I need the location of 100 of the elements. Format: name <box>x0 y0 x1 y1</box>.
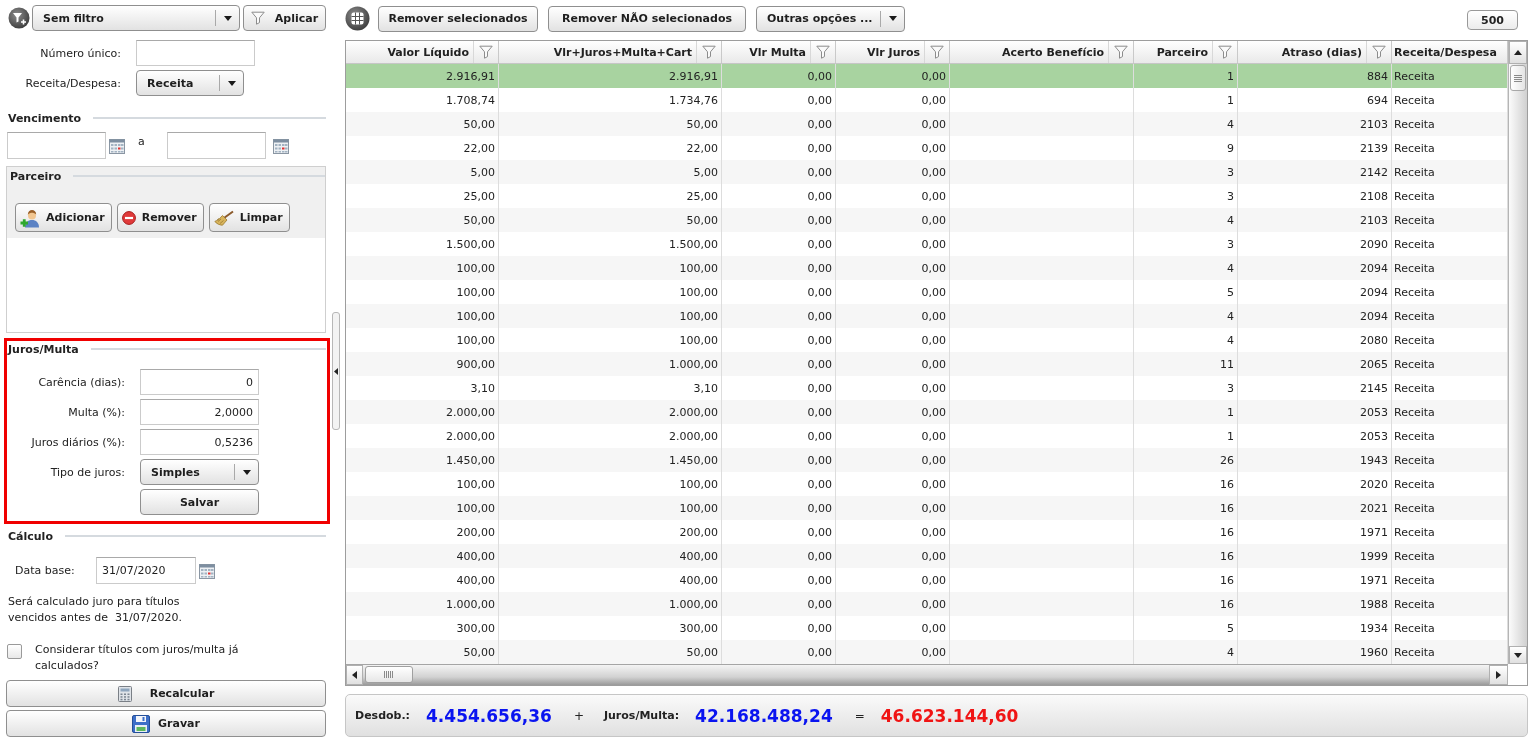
date-field[interactable]: 31/07/2020 <box>96 557 196 584</box>
table-cell: 0,00 <box>921 333 946 347</box>
caret-icon <box>227 80 236 86</box>
table-cell: 1988 <box>1360 597 1388 611</box>
filter-icon[interactable] <box>479 45 493 59</box>
column-header[interactable]: Vlr+Juros+Multa+Cart <box>553 45 692 59</box>
text-field[interactable]: 0,5236 <box>140 429 259 455</box>
date-field[interactable] <box>166 132 266 159</box>
toolbar-button[interactable]: Remover NÃO selecionados <box>548 5 746 32</box>
text-field[interactable] <box>136 40 255 66</box>
date-field[interactable] <box>7 132 106 159</box>
column-header[interactable]: Atraso (dias) <box>1281 45 1362 59</box>
table-row[interactable]: 100,00 100,00 0,00 0,00 4 2094 Receita <box>346 256 1508 280</box>
table-cell: 50,00 <box>463 117 495 131</box>
table-cell: 100,00 <box>456 501 495 515</box>
calendar-icon[interactable] <box>199 562 215 579</box>
table-cell: 0,00 <box>807 261 832 275</box>
column-header[interactable]: Parceiro <box>1156 45 1208 59</box>
field-label: Receita/Despesa: <box>24 76 121 90</box>
table-row[interactable]: 50,00 50,00 0,00 0,00 4 2103 Receita <box>346 208 1508 232</box>
table-row[interactable]: 50,00 50,00 0,00 0,00 4 2103 Receita <box>346 112 1508 136</box>
table-cell: 900,00 <box>456 357 495 371</box>
table-cell: 1.000,00 <box>669 357 718 371</box>
table-cell: 0,00 <box>921 309 946 323</box>
table-row[interactable]: 50,00 50,00 0,00 0,00 4 1960 Receita <box>346 640 1508 664</box>
table-cell: 1943 <box>1360 453 1388 467</box>
table-row[interactable]: 900,00 1.000,00 0,00 0,00 11 2065 Receita <box>346 352 1508 376</box>
page-size-badge[interactable]: 500 <box>1467 10 1518 30</box>
dropdown[interactable]: Receita <box>136 70 244 96</box>
filter-dropdown[interactable]: Sem filtro <box>32 5 240 31</box>
table-cell: Receita <box>1394 621 1435 635</box>
table-cell: 0,00 <box>807 141 832 155</box>
table-cell: 0,00 <box>921 213 946 227</box>
table-cell: 0,00 <box>921 549 946 563</box>
toolbar-button[interactable]: Adicionar <box>15 203 112 232</box>
table-row[interactable]: 1.000,00 1.000,00 0,00 0,00 16 1988 Receita <box>346 592 1508 616</box>
table-cell: 0,00 <box>921 141 946 155</box>
dropdown[interactable]: Simples <box>140 459 259 485</box>
field-label: Juros diários (%): <box>30 435 125 449</box>
collapse-handle[interactable] <box>332 312 340 430</box>
scroll-left-button[interactable] <box>346 665 363 685</box>
table-cell: Receita <box>1394 405 1435 419</box>
column-header[interactable]: Vlr Multa <box>749 45 806 59</box>
scrollbar-thumb[interactable] <box>365 666 413 683</box>
scrollbar-thumb[interactable] <box>1510 65 1526 91</box>
filter-icon[interactable] <box>1218 45 1232 59</box>
table-cell: 0,00 <box>807 597 832 611</box>
filter-icon[interactable] <box>1114 45 1128 59</box>
table-cell: Receita <box>1394 93 1435 107</box>
table-row[interactable]: 100,00 100,00 0,00 0,00 16 2021 Receita <box>346 496 1508 520</box>
table-cell: 1.500,00 <box>669 237 718 251</box>
checkbox[interactable] <box>7 644 22 659</box>
action-button[interactable]: Gravar <box>6 710 326 737</box>
column-header[interactable]: Acerto Benefício <box>1001 45 1104 59</box>
table-cell: 1999 <box>1360 549 1388 563</box>
table-row[interactable]: 1.450,00 1.450,00 0,00 0,00 26 1943 Receita <box>346 448 1508 472</box>
horizontal-scrollbar[interactable] <box>346 664 1508 685</box>
text-field[interactable]: 0 <box>140 369 259 395</box>
table-row[interactable]: 5,00 5,00 0,00 0,00 3 2142 Receita <box>346 160 1508 184</box>
table-cell: 4 <box>1227 117 1234 131</box>
toolbar-button[interactable]: Remover selecionados <box>378 5 538 32</box>
table-row[interactable]: 100,00 100,00 0,00 0,00 4 2094 Receita <box>346 304 1508 328</box>
table-cell: 0,00 <box>921 453 946 467</box>
table-cell: 100,00 <box>456 477 495 491</box>
vertical-scrollbar[interactable] <box>1508 41 1527 664</box>
table-cell: 0,00 <box>807 525 832 539</box>
table-cell: 3,10 <box>693 381 718 395</box>
filter-icon[interactable] <box>1372 45 1386 59</box>
table-cell: 0,00 <box>807 189 832 203</box>
save-button[interactable]: Salvar <box>140 489 259 515</box>
table-cell: 884 <box>1367 69 1388 83</box>
grid-icon[interactable] <box>345 6 370 31</box>
table-cell: 16 <box>1220 525 1234 539</box>
checkbox-label[interactable]: Considerar títulos com juros/multa já calculados? <box>35 642 285 674</box>
table-cell: 2090 <box>1360 237 1388 251</box>
filter-icon[interactable] <box>816 45 830 59</box>
toolbar-button[interactable]: Remover <box>116 203 204 232</box>
filter-icon[interactable] <box>702 45 716 59</box>
text-field[interactable]: 2,0000 <box>140 399 259 425</box>
table-row[interactable]: 2.000,00 2.000,00 0,00 0,00 1 2053 Receita <box>346 400 1508 424</box>
column-header[interactable]: Valor Líquido <box>387 45 469 59</box>
scroll-up-button[interactable] <box>1509 41 1527 64</box>
table-cell: 5 <box>1227 621 1234 635</box>
summary-label: Juros/Multa: <box>603 709 680 722</box>
table-row[interactable]: 2.916,91 2.916,91 0,00 0,00 1 884 Receita <box>346 64 1508 88</box>
scroll-down-button[interactable] <box>1509 646 1527 664</box>
calendar-icon[interactable] <box>272 137 289 154</box>
toolbar-button[interactable]: Limpar <box>208 203 290 232</box>
add-filter-icon[interactable] <box>8 7 30 29</box>
calendar-icon[interactable] <box>109 137 125 154</box>
table-cell: 0,00 <box>807 573 832 587</box>
action-button[interactable]: Recalcular <box>6 680 326 707</box>
options-dropdown[interactable]: Outras opções ... <box>756 5 905 32</box>
filter-icon[interactable] <box>930 45 944 59</box>
column-header[interactable]: Vlr Juros <box>867 45 920 59</box>
table-cell: 0,00 <box>807 645 832 659</box>
apply-button[interactable]: Aplicar <box>243 5 326 31</box>
table-row[interactable]: 400,00 400,00 0,00 0,00 16 1999 Receita <box>346 544 1508 568</box>
column-header[interactable]: Receita/Despesa <box>1394 45 1497 59</box>
scroll-right-button[interactable] <box>1489 665 1508 685</box>
